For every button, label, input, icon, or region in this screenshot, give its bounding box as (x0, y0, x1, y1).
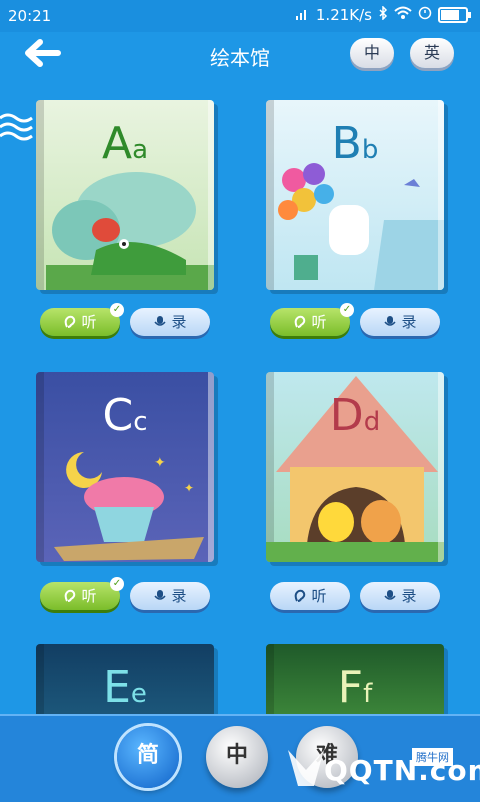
book-letter: Aa (101, 118, 149, 169)
book-letter: Ee (103, 662, 147, 713)
watermark-text: QQTN.com (324, 754, 480, 787)
page-title: 绘本馆 (210, 46, 270, 70)
crocodile-illustration-icon (46, 172, 214, 290)
record-button-d[interactable]: 录 (360, 582, 440, 610)
book-card-a[interactable]: Aa (36, 100, 214, 290)
ear-icon (65, 315, 76, 328)
book-card-c[interactable]: Cc ✦ ✦ (36, 372, 214, 562)
cupcake-moon-illustration-icon: ✦ ✦ (54, 452, 204, 561)
ear-icon (295, 589, 306, 602)
bluetooth-icon (378, 5, 388, 24)
svg-text:✦: ✦ (154, 455, 166, 471)
listen-button-d[interactable]: 听 (270, 582, 350, 610)
watermark-site: 腾牛网 (412, 748, 453, 766)
svg-text:✦: ✦ (184, 481, 194, 495)
watermark-bull-icon (288, 750, 324, 786)
listened-check-icon: ✓ (340, 303, 354, 317)
level-medium-button[interactable]: 中 (206, 726, 268, 788)
ear-icon (295, 315, 306, 328)
language-chinese-button[interactable]: 中 (350, 38, 394, 68)
listen-button-b[interactable]: 听 ✓ (270, 303, 354, 336)
record-button-a[interactable]: 录 (130, 308, 210, 336)
watermark-logo: QQTN.com 腾牛网 (280, 740, 480, 796)
status-bar: 20:21 1.21K/s (0, 0, 480, 32)
microphone-icon (154, 316, 167, 326)
record-button-b[interactable]: 录 (360, 308, 440, 336)
listen-button-a[interactable]: 听 ✓ (40, 303, 124, 336)
header: 绘本馆 中 英 (0, 32, 480, 78)
listened-check-icon: ✓ (110, 577, 124, 591)
book-card-b[interactable]: Bb (266, 100, 444, 290)
book-letter: Dd (329, 390, 381, 441)
status-icons: 1.21K/s (295, 5, 471, 24)
level-easy-button[interactable]: 简 (117, 726, 179, 788)
alarm-icon (418, 6, 432, 24)
balloon-cat-illustration-icon (278, 163, 444, 290)
language-english-button[interactable]: 英 (410, 38, 454, 68)
listened-check-icon: ✓ (110, 303, 124, 317)
book-letter: Ff (337, 662, 373, 713)
network-speed: 1.21K/s (315, 6, 372, 24)
microphone-icon (384, 316, 397, 326)
wifi-icon (394, 6, 412, 24)
record-button-c[interactable]: 录 (130, 582, 210, 610)
book-card-e[interactable]: Ee (36, 644, 214, 724)
battery-icon (438, 7, 471, 23)
status-time: 20:21 (8, 7, 52, 25)
book-card-f[interactable]: Ff (266, 644, 444, 724)
microphone-icon (384, 590, 397, 600)
book-letter: Cc (102, 390, 148, 441)
book-card-d[interactable]: Dd (266, 372, 444, 562)
microphone-icon (154, 590, 167, 600)
wave-decoration-icon (0, 113, 33, 141)
listen-button-c[interactable]: 听 ✓ (40, 577, 124, 610)
ear-icon (65, 589, 76, 602)
signal-icon (295, 6, 310, 24)
